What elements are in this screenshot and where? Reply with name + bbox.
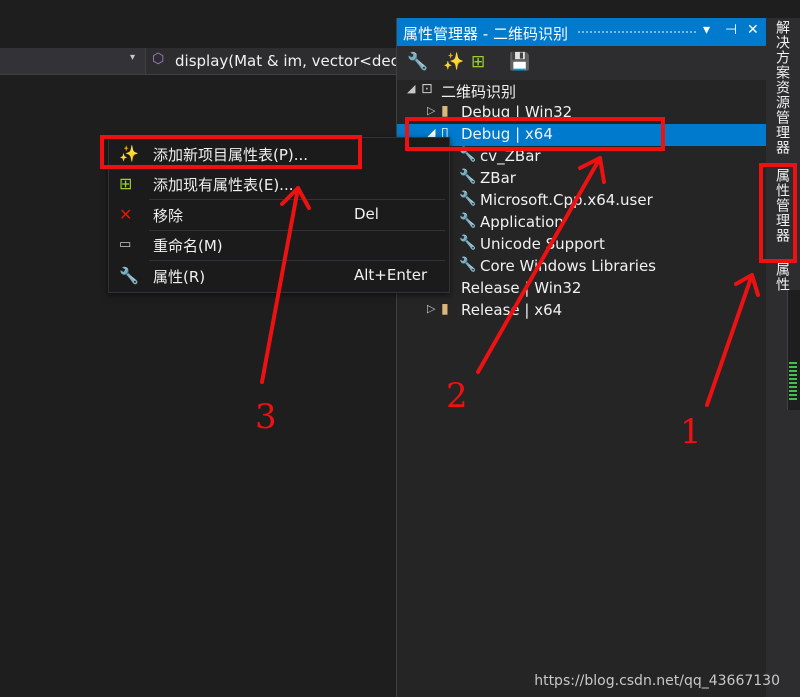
- annotation-number-2: 2: [446, 376, 468, 416]
- annotation-number-1: 1: [680, 412, 702, 452]
- annotation-arrows: [260, 156, 760, 407]
- annotation-number-3: 3: [255, 397, 277, 437]
- watermark-text: https://blog.csdn.net/qq_43667130: [534, 673, 780, 689]
- arrow-1: [705, 273, 754, 407]
- arrow-3: [260, 186, 300, 384]
- arrow-2: [476, 156, 602, 374]
